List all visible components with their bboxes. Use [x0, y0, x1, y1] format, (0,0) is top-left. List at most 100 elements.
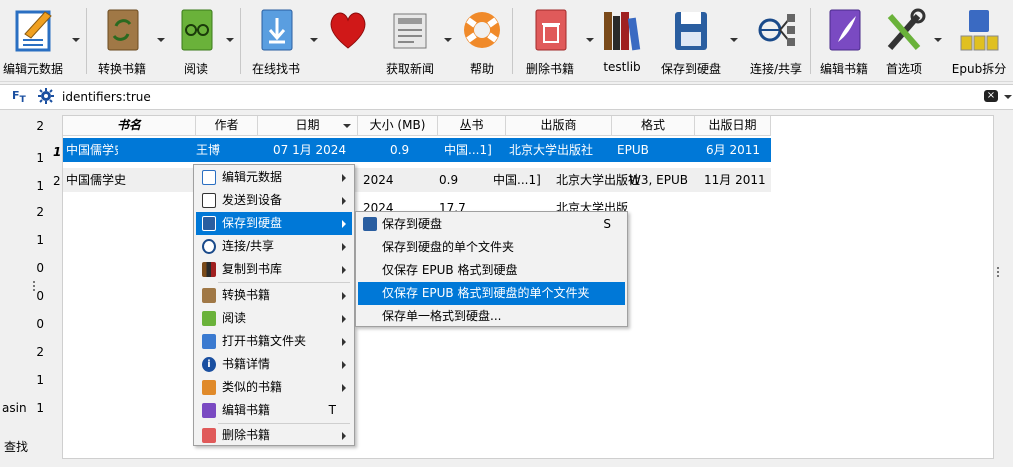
help-button[interactable]: 帮助: [456, 0, 508, 82]
column-header-size[interactable]: 大小 (MB): [358, 116, 438, 136]
toolbar-separator: [512, 8, 513, 74]
menu-item-edit-book[interactable]: 编辑书籍 T: [196, 399, 352, 422]
right-side-pane: [994, 112, 1013, 467]
folder-icon: [202, 334, 216, 349]
read-label: 阅读: [183, 62, 208, 76]
preferences-dropdown[interactable]: [934, 38, 942, 42]
connect-share-button[interactable]: 连接/共享: [744, 0, 808, 82]
save-to-disk-button[interactable]: 保存到硬盘: [656, 0, 726, 82]
edit-metadata-icon: [15, 10, 52, 52]
read-dropdown[interactable]: [226, 38, 234, 42]
submenu-item-save-to-disk[interactable]: 保存到硬盘 S: [358, 213, 625, 236]
menu-item-connect-share[interactable]: 连接/共享: [196, 235, 352, 258]
menu-item-copy-to-library[interactable]: 复制到书库: [196, 258, 352, 281]
formats-cell: EPUB: [617, 143, 649, 157]
similar-books-icon: [202, 380, 216, 395]
menu-item-label: 编辑元数据: [222, 170, 283, 184]
remove-books-button[interactable]: 删除书籍: [518, 0, 582, 82]
download-book-icon: [261, 9, 293, 51]
menu-item-remove-books[interactable]: 删除书籍: [196, 424, 352, 447]
submenu-arrow-icon: [342, 292, 346, 300]
submenu-item-shortcut: S: [603, 217, 611, 231]
network-globe-icon: [202, 239, 216, 254]
submenu-arrow-icon: [342, 384, 346, 392]
size-cell: 0.9: [439, 173, 459, 187]
epub-split-label: Epub拆分: [951, 62, 1007, 76]
tag-count: 2: [36, 345, 44, 359]
testlib-label: testlib: [603, 60, 641, 74]
submenu-item-save-single-format[interactable]: 保存单一格式到硬盘...: [358, 305, 625, 328]
search-input[interactable]: identifiers:true: [62, 90, 151, 104]
column-header-formats[interactable]: 格式: [612, 116, 695, 136]
find-button[interactable]: 查找: [4, 438, 28, 455]
edit-book-label: 编辑书籍: [819, 62, 868, 76]
preferences-button[interactable]: 首选项: [876, 0, 932, 82]
donate-button[interactable]: [322, 0, 374, 82]
menu-item-book-details[interactable]: i 书籍详情: [196, 353, 352, 376]
series-cell: 中国...1]: [444, 143, 492, 157]
save-to-disk-label: 保存到硬盘: [660, 62, 721, 76]
pubdate-cell: 6月 2011: [706, 143, 760, 157]
menu-item-edit-metadata[interactable]: 编辑元数据: [196, 166, 352, 189]
find-online-label: 在线找书: [251, 62, 300, 76]
menu-item-label: 复制到书库: [222, 262, 283, 276]
fetch-news-button[interactable]: 获取新闻: [380, 0, 440, 82]
tools-icon: [887, 8, 926, 50]
submenu-item-label: 保存单一格式到硬盘...: [382, 309, 502, 323]
library-icon: [202, 262, 216, 277]
toolbar-separator: [810, 8, 811, 74]
convert-books-button[interactable]: 转换书籍: [92, 0, 152, 82]
publisher-cell: 北京大学出版社: [509, 143, 594, 157]
find-online-button[interactable]: 在线找书: [246, 0, 306, 82]
submenu-item-save-epub-only[interactable]: 仅保存 EPUB 格式到硬盘: [358, 259, 625, 282]
gear-icon[interactable]: [38, 88, 54, 104]
menu-item-open-folder[interactable]: 打开书籍文件夹: [196, 330, 352, 353]
edit-book-icon: [829, 9, 861, 51]
edit-book-button[interactable]: 编辑书籍: [814, 0, 874, 82]
submenu-arrow-icon: [342, 220, 346, 228]
menu-item-similar-books[interactable]: 类似的书籍: [196, 376, 352, 399]
submenu-arrow-icon: [342, 243, 346, 251]
read-book-icon: [202, 311, 216, 326]
menu-item-convert-books[interactable]: 转换书籍: [196, 284, 352, 307]
submenu-arrow-icon: [342, 197, 346, 205]
table-row[interactable]: 中国儒学史·先秦卷 王博 07 1月 2024 0.9 中国...1] 北京大学…: [63, 138, 771, 162]
save-to-disk-dropdown[interactable]: [730, 38, 738, 42]
column-header-series[interactable]: 丛书: [438, 116, 506, 136]
splitter-handle[interactable]: [997, 267, 999, 279]
table-row[interactable]: 中国儒学史 2024 0.9 中国...1] 北京大学出版社 W3, EPUB …: [63, 168, 771, 192]
splitter-handle[interactable]: [33, 281, 35, 291]
submenu-arrow-icon: [342, 361, 346, 369]
testlib-button[interactable]: testlib: [596, 0, 648, 82]
submenu-item-save-epub-single-folder[interactable]: 仅保存 EPUB 格式到硬盘的单个文件夹: [358, 282, 625, 305]
epub-split-button[interactable]: Epub拆分: [948, 0, 1010, 82]
menu-item-label: 保存到硬盘: [222, 216, 283, 230]
fulltext-search-icon[interactable]: FT: [12, 89, 26, 105]
menu-item-send-to-device[interactable]: 发送到设备: [196, 189, 352, 212]
edit-metadata-button[interactable]: 编辑元数据: [0, 0, 66, 82]
column-header-date[interactable]: 日期: [258, 116, 358, 136]
remove-dropdown[interactable]: [586, 38, 594, 42]
fetch-news-dropdown[interactable]: [444, 38, 452, 42]
clear-search-icon[interactable]: ×: [984, 90, 998, 102]
find-online-dropdown[interactable]: [310, 38, 318, 42]
heart-icon: [330, 12, 366, 49]
menu-item-label: 连接/共享: [222, 239, 275, 253]
menu-item-read[interactable]: 阅读: [196, 307, 352, 330]
submenu-item-save-single-folder[interactable]: 保存到硬盘的单个文件夹: [358, 236, 625, 259]
read-button[interactable]: 阅读: [170, 0, 222, 82]
column-header-author[interactable]: 作者: [196, 116, 258, 136]
asin-label: asin: [2, 401, 27, 415]
newspaper-icon: [393, 13, 427, 49]
convert-dropdown[interactable]: [157, 38, 165, 42]
menu-item-label: 书籍详情: [222, 357, 271, 371]
submenu-arrow-icon: [342, 266, 346, 274]
edit-metadata-dropdown[interactable]: [72, 38, 80, 42]
column-header-title[interactable]: 书名: [63, 116, 196, 136]
column-header-publisher[interactable]: 出版商: [506, 116, 612, 136]
main-toolbar: 编辑元数据 转换书籍 阅读 在线找书 获取新闻 帮助 删除书籍 testlib …: [0, 0, 1013, 82]
column-header-pubdate[interactable]: 出版日期: [695, 116, 771, 136]
menu-item-save-to-disk[interactable]: 保存到硬盘: [196, 212, 352, 235]
submenu-arrow-icon: [342, 432, 346, 440]
search-history-dropdown[interactable]: [1004, 95, 1012, 99]
